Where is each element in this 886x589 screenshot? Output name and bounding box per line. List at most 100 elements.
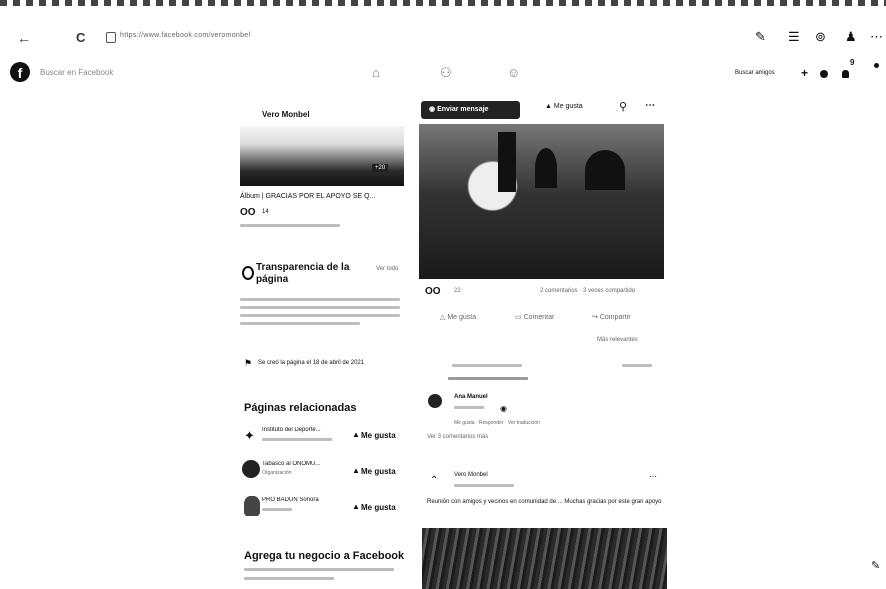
related-sub: Organización: [262, 470, 292, 476]
related-name[interactable]: Tabasco al ONOMU...: [262, 461, 342, 467]
photo-count-badge: +20: [372, 164, 389, 172]
comment-1-author: [452, 364, 522, 367]
groups-icon[interactable]: ⚇: [440, 66, 452, 79]
post-photo-dome: [535, 148, 557, 188]
like-thumb-icon: ▲: [352, 466, 360, 475]
messenger-icon[interactable]: [820, 70, 828, 78]
reload-icon[interactable]: C: [76, 30, 85, 45]
more-options-icon[interactable]: ⋯: [645, 100, 655, 111]
album-photo[interactable]: [240, 126, 404, 186]
related-avatar: ✦: [244, 428, 255, 443]
post-comment-count[interactable]: 2 comentarios · 3 veces compartido: [540, 288, 635, 294]
profile-icon[interactable]: ♟: [845, 30, 857, 43]
back-icon[interactable]: ←: [17, 30, 31, 46]
favorites-icon[interactable]: ☰: [788, 30, 800, 43]
related-like-button[interactable]: Me gusta: [361, 467, 396, 476]
comment-avatar[interactable]: [428, 394, 442, 408]
facebook-logo[interactable]: f: [10, 62, 30, 82]
url-bar[interactable]: https://www.facebook.com/veromonbel: [120, 32, 250, 39]
lock-icon: [106, 32, 116, 43]
transparency-desc-3: [240, 314, 400, 317]
album-meta: [240, 224, 340, 227]
send-message-label: Enviar mensaje: [437, 106, 489, 113]
related-item[interactable]: Tabasco al ONOMU... Organización ▲ Me gu…: [242, 460, 404, 486]
home-icon[interactable]: ⌂: [372, 66, 380, 79]
notifications-icon[interactable]: [842, 70, 849, 78]
transparency-title: Transparencia de la página: [256, 262, 350, 285]
view-more-comments[interactable]: Ver 3 comentarios más: [427, 434, 488, 440]
related-sub: [262, 508, 292, 511]
info-icon: [242, 266, 254, 280]
post-reaction-count: 22: [454, 288, 461, 294]
related-sub: [262, 438, 332, 441]
related-item[interactable]: ✦ Instituto del Deporte... ▲ Me gusta: [242, 426, 404, 452]
post-comment-label: Comentar: [523, 314, 555, 321]
more-icon[interactable]: ⋯: [870, 30, 883, 43]
create-button[interactable]: +: [801, 66, 808, 80]
post-like-action[interactable]: △ Me gusta: [440, 313, 476, 321]
post-photo-dome: [585, 150, 625, 190]
reply-reaction-icon: ◉: [500, 404, 507, 413]
related-name[interactable]: Instituto del Deporte...: [262, 427, 342, 433]
new-message-icon[interactable]: ✎: [871, 559, 880, 572]
related-title: Páginas relacionadas: [244, 402, 357, 414]
reply-body: [454, 406, 484, 409]
related-like-button[interactable]: Me gusta: [361, 431, 396, 440]
page-name[interactable]: Vero Monbel: [262, 110, 310, 119]
comment-1-meta: [622, 364, 652, 367]
like-thumb-icon: ▲: [352, 502, 360, 511]
comment-icon: ▭: [515, 314, 524, 321]
post-share-action[interactable]: ↪ Compartir: [592, 313, 631, 321]
reaction-icon: OO: [240, 207, 256, 218]
flag-icon: ⚑: [244, 358, 253, 368]
notification-badge: 9: [850, 58, 855, 67]
gaming-icon[interactable]: ☺: [507, 66, 520, 79]
post-like-label: Me gusta: [447, 314, 477, 321]
post-reaction-icon: OO: [425, 286, 441, 297]
intro-card: Vero Monbel +20 Álbum | GRACIAS POR EL A…: [236, 100, 406, 589]
album-title[interactable]: Álbum | GRACIAS POR EL APOYO SE Q...: [240, 193, 375, 200]
messenger-icon: ◉: [429, 106, 438, 113]
reaction-count: 14: [262, 209, 269, 215]
post2-avatar[interactable]: ⌃: [430, 475, 438, 486]
share-icon: ↪: [592, 314, 600, 321]
related-item[interactable]: PRO BADUN Sonora ▲ Me gusta: [242, 496, 404, 522]
collections-icon[interactable]: ⊚: [815, 30, 826, 43]
fb-search-input[interactable]: Buscar en Facebook: [40, 68, 113, 77]
transparency-desc-4: [240, 322, 360, 325]
send-message-button[interactable]: ◉ Enviar mensaje: [421, 101, 520, 119]
post2-photo[interactable]: [422, 528, 667, 589]
post2-author[interactable]: Vero Monbel: [454, 472, 488, 478]
transparency-desc-2: [240, 306, 400, 309]
like-thumb-icon: ▲: [545, 103, 554, 110]
post2-more-icon[interactable]: ⋯: [649, 472, 657, 481]
like-page-label: Me gusta: [553, 103, 583, 110]
transparency-see-all[interactable]: Ver todo: [376, 266, 398, 272]
find-friends-link[interactable]: Buscar amigos: [735, 70, 775, 76]
related-avatar: [242, 460, 260, 478]
reply-author[interactable]: Ana Manuel: [454, 394, 488, 400]
window-top-border: [0, 0, 886, 6]
post2-text: Reunión con amigos y vecinos en comunida…: [427, 499, 662, 505]
post-share-label: Compartir: [599, 314, 631, 321]
related-avatar: [244, 496, 260, 516]
account-icon[interactable]: [874, 63, 879, 68]
post-photo[interactable]: [419, 124, 664, 279]
business-desc-2: [244, 577, 334, 580]
business-desc-1: [244, 568, 394, 571]
post-photo-tower: [498, 132, 516, 192]
most-relevant-dropdown[interactable]: Más relevantes: [597, 337, 638, 343]
business-title: Agrega tu negocio a Facebook: [244, 550, 405, 562]
post2-time: [454, 484, 514, 487]
like-thumb-icon: ▲: [352, 430, 360, 439]
related-like-button[interactable]: Me gusta: [361, 503, 396, 512]
comment-1-text: [448, 377, 528, 380]
transparency-desc-1: [240, 298, 400, 301]
search-icon[interactable]: ⚲: [619, 100, 627, 113]
like-page-button[interactable]: ▲ Me gusta: [545, 103, 583, 110]
post-comment-action[interactable]: ▭ Comentar: [515, 313, 554, 321]
extension-icon[interactable]: ✎: [755, 30, 766, 43]
created-text: Se creó la página el 18 de abril de 2021: [258, 360, 365, 366]
reply-actions[interactable]: Me gusta · Responder · Ver traducción: [454, 420, 540, 426]
related-name[interactable]: PRO BADUN Sonora: [262, 497, 342, 503]
